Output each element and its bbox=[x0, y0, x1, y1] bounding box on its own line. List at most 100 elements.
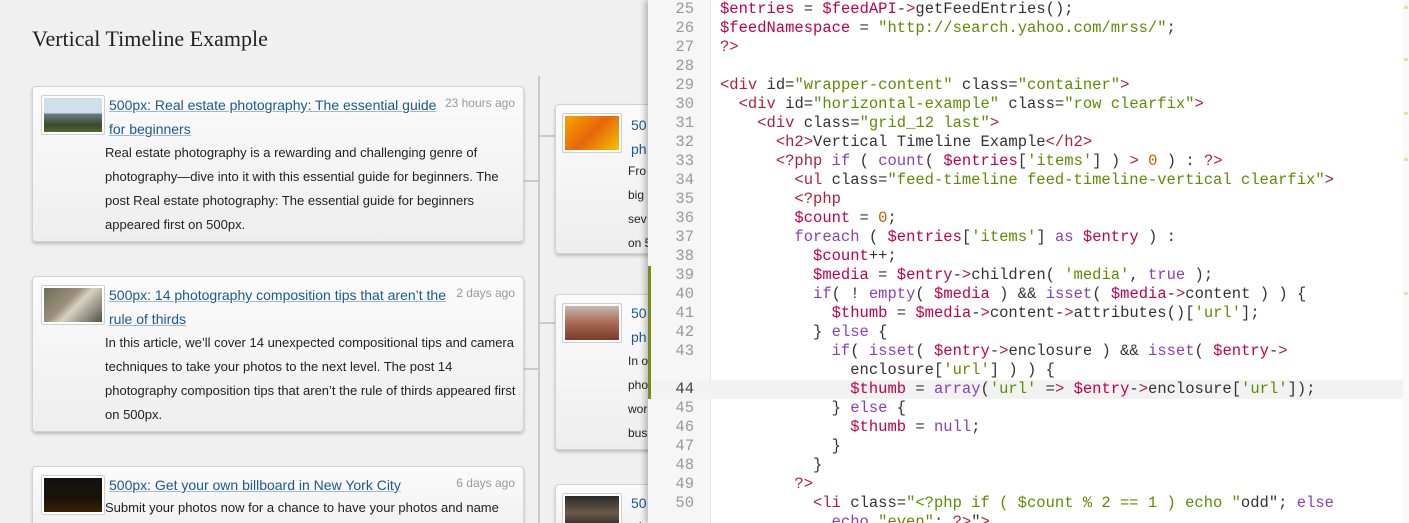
timeline-card: 500px: 14 photography composition tips t… bbox=[32, 276, 524, 432]
card-thumbnail[interactable] bbox=[41, 285, 105, 325]
code-line[interactable]: 37 foreach ( $entries['items'] as $entry… bbox=[648, 228, 1409, 247]
card-title-line[interactable]: ph bbox=[631, 137, 647, 161]
code-line[interactable]: 43 if( isset( $entry->enclosure ) && iss… bbox=[648, 342, 1409, 361]
code-editor[interactable]: 25 $entries = $feedAPI->getFeedEntries();… bbox=[648, 0, 1409, 523]
code-text: $thumb = null; bbox=[850, 418, 981, 436]
code-text: } bbox=[831, 437, 841, 455]
code-text: <?php if ( count( $entries['items'] ) > … bbox=[775, 152, 1223, 170]
code-text: <ul class="feed-timeline feed-timeline-v… bbox=[794, 171, 1334, 189]
excerpt-line: photography composition tips that aren’t… bbox=[105, 383, 516, 398]
card-thumbnail[interactable] bbox=[562, 493, 622, 523]
line-number: 44 bbox=[675, 380, 694, 398]
code-text: $media = $entry->children( 'media', true… bbox=[813, 266, 1214, 284]
editor-scrollbar[interactable] bbox=[1403, 0, 1409, 523]
code-text: } else { bbox=[831, 399, 907, 417]
code-line[interactable]: 41 $thumb = $media->content->attributes(… bbox=[648, 304, 1409, 323]
code-line[interactable]: 44 $thumb = array('url' => $entry->enclo… bbox=[648, 380, 1409, 399]
code-text: $thumb = array('url' => $entry->enclosur… bbox=[850, 380, 1316, 398]
code-line[interactable]: 30 <div id="horizontal-example" class="r… bbox=[648, 95, 1409, 114]
code-line[interactable]: 29 <div id="wrapper-content" class="conta… bbox=[648, 76, 1409, 95]
card-title-line[interactable]: ph bbox=[631, 515, 647, 523]
timeline-connector bbox=[524, 180, 538, 182]
timeline-connector bbox=[540, 322, 555, 324]
code-line[interactable]: 27 ?> bbox=[648, 38, 1409, 57]
excerpt-line: big bbox=[628, 188, 645, 202]
line-number: 46 bbox=[675, 418, 694, 436]
code-text: $count++; bbox=[813, 247, 897, 265]
card-title-link[interactable]: 50 ph bbox=[631, 491, 647, 523]
scrollbar-marker bbox=[1404, 58, 1408, 61]
card-thumbnail[interactable] bbox=[562, 113, 622, 153]
code-line[interactable]: 50 <li class="<?php if ( $count % 2 == 1… bbox=[648, 494, 1409, 513]
card-title-line[interactable]: ph bbox=[631, 325, 647, 349]
card-excerpt: Real estate photography is a rewarding a… bbox=[105, 141, 517, 237]
line-number: 35 bbox=[675, 190, 694, 208]
card-title-link[interactable]: 500px: Get your own billboard in New Yor… bbox=[109, 473, 449, 497]
line-number: 36 bbox=[675, 209, 694, 227]
line-number: 39 bbox=[675, 266, 694, 284]
line-number: 38 bbox=[675, 247, 694, 265]
code-text: echo "even"; ?>"> bbox=[831, 513, 990, 523]
card-thumbnail[interactable] bbox=[41, 95, 105, 135]
code-text: } bbox=[813, 456, 823, 474]
code-line[interactable]: 25 $entries = $feedAPI->getFeedEntries(); bbox=[648, 0, 1409, 19]
code-line[interactable]: 49 ?> bbox=[648, 475, 1409, 494]
page-title: Vertical Timeline Example bbox=[32, 26, 268, 51]
code-line[interactable]: 26 $feedNamespace = "http://search.yahoo.… bbox=[648, 19, 1409, 38]
card-title-line[interactable]: 50 bbox=[631, 491, 647, 515]
card-thumbnail[interactable] bbox=[562, 303, 622, 343]
code-text: $entries = $feedAPI->getFeedEntries(); bbox=[720, 0, 1074, 18]
code-line[interactable]: enclosure['url'] ) ) { bbox=[648, 361, 1409, 380]
timeline-card-right: 50 ph bbox=[555, 484, 648, 523]
line-number: 48 bbox=[675, 456, 694, 474]
card-title-link[interactable]: 50 ph bbox=[631, 113, 647, 161]
excerpt-line: Fro bbox=[628, 164, 646, 178]
line-number: 26 bbox=[675, 19, 694, 37]
code-line[interactable]: 38 $count++; bbox=[648, 247, 1409, 266]
scrollbar-marker bbox=[1404, 6, 1408, 9]
scrollbar-marker bbox=[1404, 158, 1408, 161]
excerpt-line: post Real estate photography: The essent… bbox=[105, 193, 475, 208]
card-title-link[interactable]: 500px: 14 photography composition tips t… bbox=[109, 283, 449, 331]
code-line[interactable]: 31 <div class="grid_12 last"> bbox=[648, 114, 1409, 133]
card-title-link[interactable]: 50 ph bbox=[631, 301, 647, 349]
excerpt-line: bus bbox=[628, 426, 648, 440]
code-line[interactable]: 45 } else { bbox=[648, 399, 1409, 418]
card-thumbnail[interactable] bbox=[41, 475, 105, 515]
card-title-line[interactable]: 50 bbox=[631, 113, 647, 137]
change-marker bbox=[648, 361, 651, 380]
line-number: 34 bbox=[675, 171, 694, 189]
code-line[interactable]: 39 $media = $entry->children( 'media', t… bbox=[648, 266, 1409, 285]
line-number: 27 bbox=[675, 38, 694, 56]
line-number: 43 bbox=[675, 342, 694, 360]
code-line[interactable]: 42 } else { bbox=[648, 323, 1409, 342]
code-text: if( isset( $entry->enclosure ) && isset(… bbox=[831, 342, 1288, 360]
code-line[interactable]: 32 <h2>Vertical Timeline Example</h2> bbox=[648, 133, 1409, 152]
timeline-axis bbox=[538, 76, 540, 523]
code-text: <div id="wrapper-content" class="contain… bbox=[720, 76, 1130, 94]
card-timestamp: 6 days ago bbox=[456, 476, 515, 490]
line-number: 37 bbox=[675, 228, 694, 246]
code-line[interactable]: 33 <?php if ( count( $entries['items'] )… bbox=[648, 152, 1409, 171]
line-number: 50 bbox=[675, 494, 694, 512]
code-line[interactable]: 36 $count = 0; bbox=[648, 209, 1409, 228]
code-line[interactable]: 46 $thumb = null; bbox=[648, 418, 1409, 437]
code-line[interactable]: 28 bbox=[648, 57, 1409, 76]
line-number: 33 bbox=[675, 152, 694, 170]
code-line[interactable]: echo "even"; ?>"> bbox=[648, 513, 1409, 523]
excerpt-line: wor bbox=[628, 402, 648, 416]
code-line[interactable]: 35 <?php bbox=[648, 190, 1409, 209]
code-text: $feedNamespace = "http://search.yahoo.co… bbox=[720, 19, 1176, 37]
card-title-line[interactable]: 50 bbox=[631, 301, 647, 325]
scrollbar-marker bbox=[1404, 112, 1408, 115]
line-number: 29 bbox=[675, 76, 694, 94]
code-line[interactable]: 47 } bbox=[648, 437, 1409, 456]
card-excerpt: Fro big sev on 5 bbox=[628, 159, 648, 255]
card-title-link[interactable]: 500px: Real estate photography: The esse… bbox=[109, 93, 449, 141]
excerpt-line: on 500px. bbox=[105, 407, 163, 422]
code-line[interactable]: 34 <ul class="feed-timeline feed-timelin… bbox=[648, 171, 1409, 190]
excerpt-line: sev bbox=[628, 212, 647, 226]
line-number: 47 bbox=[675, 437, 694, 455]
code-line[interactable]: 40 if( ! empty( $media ) && isset( $medi… bbox=[648, 285, 1409, 304]
code-line[interactable]: 48 } bbox=[648, 456, 1409, 475]
